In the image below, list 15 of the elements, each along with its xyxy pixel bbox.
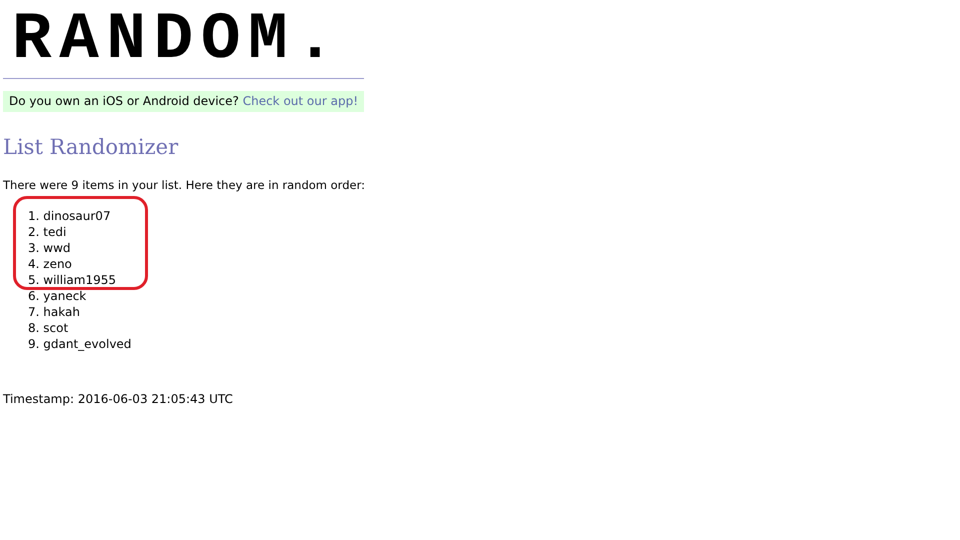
list-item: 5. william1955 bbox=[28, 272, 116, 288]
list-item: 9. gdant_evolved bbox=[28, 336, 132, 352]
list-item: 4. zeno bbox=[28, 256, 72, 272]
result-summary: There were 9 items in your list. Here they are in random order: bbox=[3, 178, 365, 192]
list-item: 7. hakah bbox=[28, 304, 80, 320]
timestamp: Timestamp: 2016-06-03 21:05:43 UTC bbox=[3, 392, 234, 406]
list-item: 3. wwd bbox=[28, 240, 71, 256]
list-item: 1. dinosaur07 bbox=[28, 208, 111, 224]
list-item: 2. tedi bbox=[28, 224, 66, 240]
list-item: 6. yaneck bbox=[28, 288, 86, 304]
site-logo[interactable]: RANDOM. bbox=[3, 0, 342, 73]
list-item: 8. scot bbox=[28, 320, 68, 336]
app-link[interactable]: Check out our app! bbox=[242, 94, 358, 108]
banner-text: Do you own an iOS or Android device? bbox=[9, 94, 240, 108]
page-heading: List Randomizer bbox=[3, 134, 180, 160]
